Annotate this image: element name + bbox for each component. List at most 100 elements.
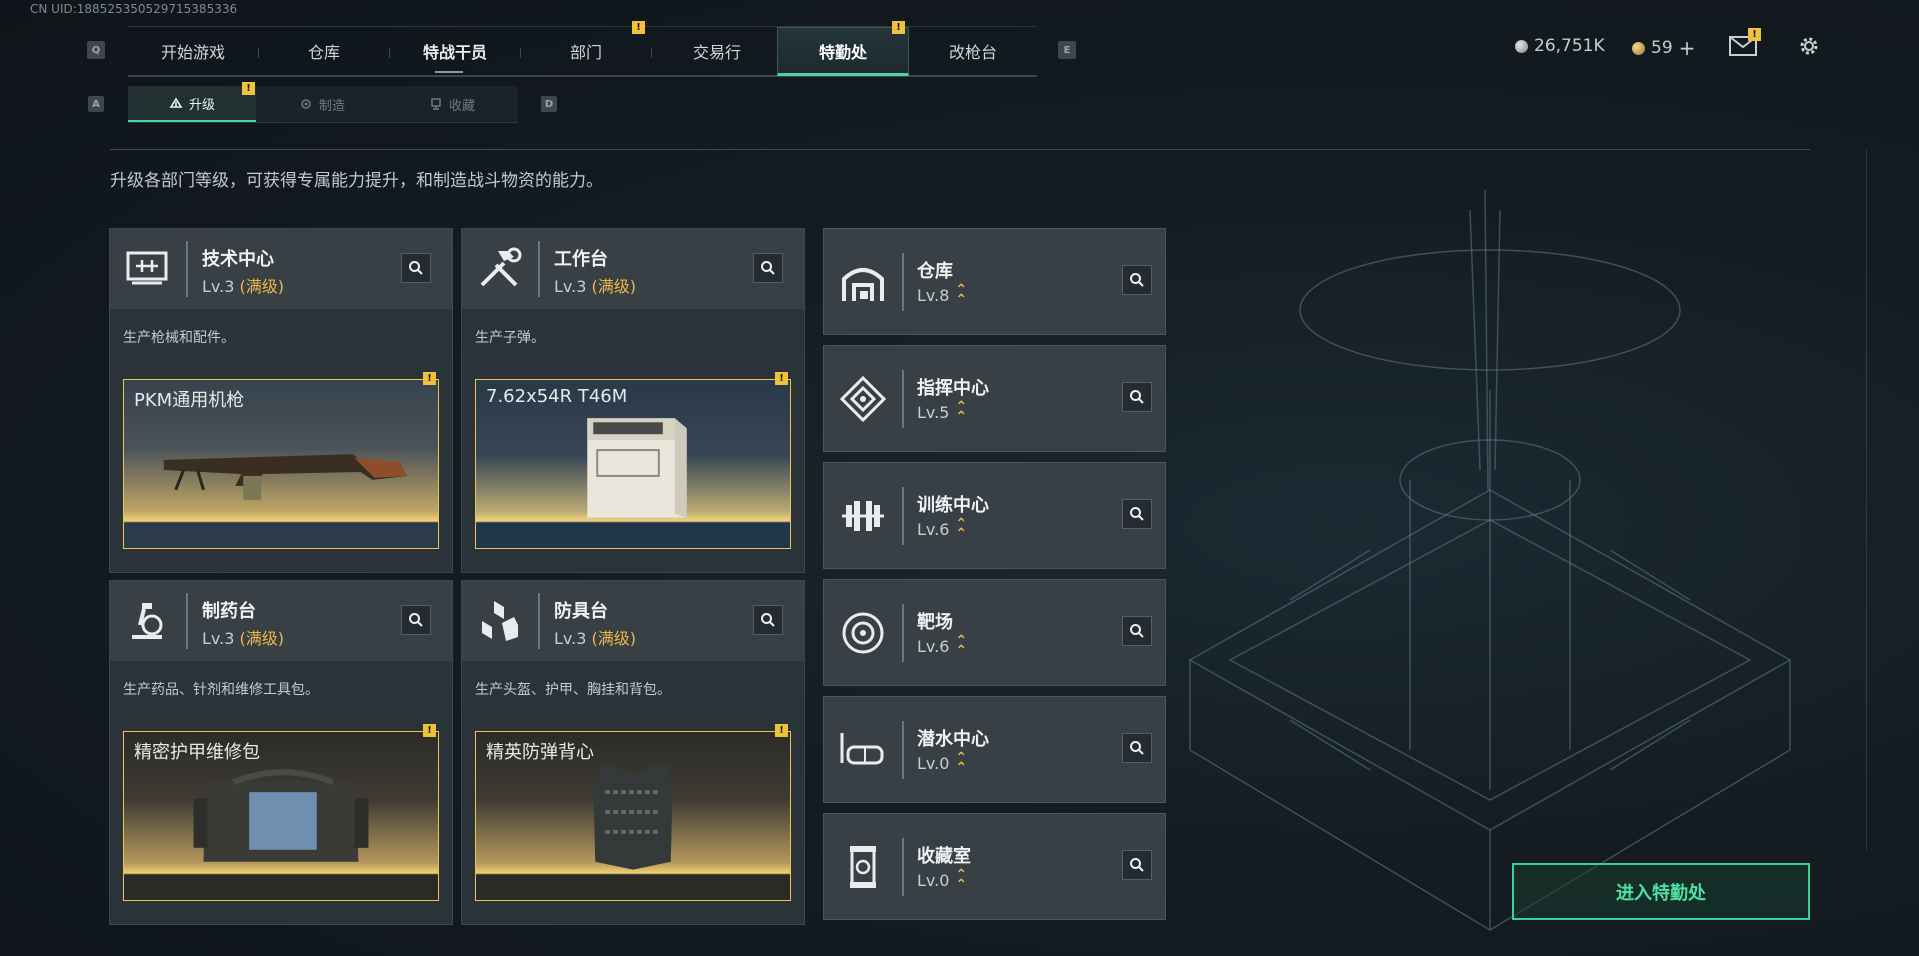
facility-card-shooting-range[interactable]: 靶场 Lv.6 ⌃ ⌃ (823, 579, 1166, 686)
tab-special-ops[interactable]: 特勤处 (777, 27, 909, 76)
enter-special-ops-button[interactable]: 进入特勤处 (1512, 863, 1810, 920)
department-level: Lv.3 (满级) (554, 629, 636, 648)
storage-icon (842, 268, 884, 301)
uid-label: CN UID:18852535052971538533​6 (30, 2, 238, 16)
currency-tekoin[interactable]: 26,751K (1515, 36, 1605, 56)
search-icon (1130, 858, 1144, 872)
inspect-button[interactable] (1122, 733, 1152, 763)
facility-card-diving-center[interactable]: 潜水中心 Lv.0 ⌃ ⌃ (823, 696, 1166, 803)
nav-left-key[interactable]: Q (87, 41, 105, 59)
tab-trading[interactable]: 交易行 (652, 27, 782, 75)
facility-level: Lv.8 ⌃ ⌃ (917, 282, 968, 308)
facility-name: 仓库 (917, 261, 953, 282)
upgrade-alert-badge: ! (242, 82, 255, 95)
inspect-button[interactable] (753, 253, 783, 283)
department-level: Lv.3 (满级) (554, 277, 636, 296)
search-icon (761, 261, 775, 275)
facility-card-storage[interactable]: 仓库 Lv.8 ⌃ ⌃ (823, 228, 1166, 335)
tab-warehouse[interactable]: 仓库 (259, 27, 389, 75)
subtab-upgrade[interactable]: 升级 (128, 86, 256, 122)
upgrade-chevron-icon: ⌃ ⌃ (955, 282, 968, 308)
product-name: 精英防弹背心 (486, 742, 594, 763)
facility-name: 训练中心 (917, 495, 989, 516)
machine-gun-image (163, 454, 408, 500)
facility-level: Lv.5 ⌃ ⌃ (917, 399, 968, 425)
subnav-left-key[interactable]: A (88, 96, 104, 112)
inspect-button[interactable] (753, 605, 783, 635)
gold-coin-icon (1632, 41, 1645, 55)
subtab-collection-label: 收藏 (448, 98, 475, 114)
department-card-tech-center[interactable]: 技术中心 Lv.3 (满级) 生产枪械和配件。 PKM通用机枪 (109, 228, 453, 573)
crafting-product-slot[interactable]: PKM通用机枪 (123, 379, 439, 549)
facility-level: Lv.0 ⌃ ⌃ (917, 867, 968, 893)
tab-operators-underline (435, 71, 463, 73)
shooting-range-icon (842, 612, 884, 654)
collection-room-icon (850, 846, 876, 888)
mail-alert-badge: ! (1748, 28, 1761, 41)
silver-coin-icon (1515, 39, 1528, 53)
crafting-product-slot[interactable]: 7.62x54R T46M (475, 379, 791, 549)
subtab-collection[interactable]: 收藏 (388, 86, 516, 122)
tab-gunsmith[interactable]: 改枪台 (908, 27, 1038, 75)
inspect-button[interactable] (1122, 850, 1152, 880)
department-description: 生产枪械和配件。 (123, 330, 235, 346)
upgrade-chevron-icon: ⌃ ⌃ (955, 516, 968, 542)
search-icon (1130, 624, 1144, 638)
product-alert-badge: ! (423, 372, 436, 385)
page-description: 升级各部门等级，可获得专属能力提升，和制造战斗物资的能力。 (110, 171, 603, 191)
nav-right-key[interactable]: E (1058, 41, 1076, 59)
department-name: 制药台 (202, 601, 256, 622)
base-hologram-image (1188, 190, 1792, 931)
sub-nav: 升级 制造 收藏 (128, 86, 518, 123)
department-card-pharmacy[interactable]: 制药台 Lv.3 (满级) 生产药品、针剂和维修工具包。 精密护甲维修包 (109, 580, 453, 925)
facility-card-collection-room[interactable]: 收藏室 Lv.0 ⌃ ⌃ (823, 813, 1166, 920)
inspect-button[interactable] (401, 605, 431, 635)
inspect-button[interactable] (1122, 382, 1152, 412)
product-alert-badge: ! (423, 724, 436, 737)
inspect-button[interactable] (1122, 499, 1152, 529)
currency-tri-coin[interactable]: 59 + (1632, 36, 1695, 60)
department-name: 工作台 (554, 249, 608, 270)
facility-level: Lv.6 ⌃ ⌃ (917, 633, 968, 659)
product-name: 精密护甲维修包 (134, 742, 260, 763)
settings-button[interactable] (1797, 34, 1821, 58)
tab-operators[interactable]: 特战干员 (390, 27, 520, 75)
special-ops-alert-badge: ! (892, 21, 905, 34)
product-alert-badge: ! (775, 724, 788, 737)
upgrade-chevron-icon: ⌃ ⌃ (955, 633, 968, 659)
departments-alert-badge: ! (632, 21, 645, 34)
department-level: Lv.3 (满级) (202, 277, 284, 296)
subtab-craft[interactable]: 制造 (258, 86, 386, 122)
gear-icon (301, 99, 311, 109)
facility-name: 收藏室 (917, 846, 971, 867)
add-currency-button[interactable]: + (1679, 36, 1696, 60)
subtab-craft-label: 制造 (318, 98, 345, 114)
facility-card-command-center[interactable]: 指挥中心 Lv.5 ⌃ ⌃ (823, 345, 1166, 452)
inspect-button[interactable] (401, 253, 431, 283)
workbench-icon (480, 247, 522, 287)
department-card-armor-bench[interactable]: 防具台 Lv.3 (满级) 生产头盔、护甲、胸挂和背包。 精英防弹背心 (461, 580, 805, 925)
subnav-right-key[interactable]: D (541, 96, 557, 112)
tab-start-game[interactable]: 开始游戏 (128, 27, 258, 75)
facility-name: 指挥中心 (917, 378, 989, 399)
search-icon (1130, 741, 1144, 755)
tab-departments[interactable]: 部门 (521, 27, 651, 75)
currency-tekoin-value: 26,751K (1534, 36, 1605, 56)
department-description: 生产药品、针剂和维修工具包。 (123, 682, 319, 698)
facility-card-training-center[interactable]: 训练中心 Lv.6 ⌃ ⌃ (823, 462, 1166, 569)
pharmacy-icon (132, 603, 163, 639)
diving-center-icon (840, 733, 884, 765)
department-card-workbench[interactable]: 工作台 Lv.3 (满级) 生产子弹。 7.62x54R T46M (461, 228, 805, 573)
facility-name: 靶场 (917, 612, 953, 633)
header-divider (110, 149, 1810, 150)
subtab-upgrade-label: 升级 (188, 97, 215, 113)
repair-kit-image (193, 769, 369, 862)
crafting-product-slot[interactable]: 精英防弹背心 (475, 731, 791, 901)
inspect-button[interactable] (1122, 265, 1152, 295)
inspect-button[interactable] (1122, 616, 1152, 646)
crafting-product-slot[interactable]: 精密护甲维修包 (123, 731, 439, 901)
department-level: Lv.3 (满级) (202, 629, 284, 648)
search-icon (761, 613, 775, 627)
training-center-icon (842, 501, 884, 531)
facility-level: Lv.0 ⌃ ⌃ (917, 750, 968, 776)
